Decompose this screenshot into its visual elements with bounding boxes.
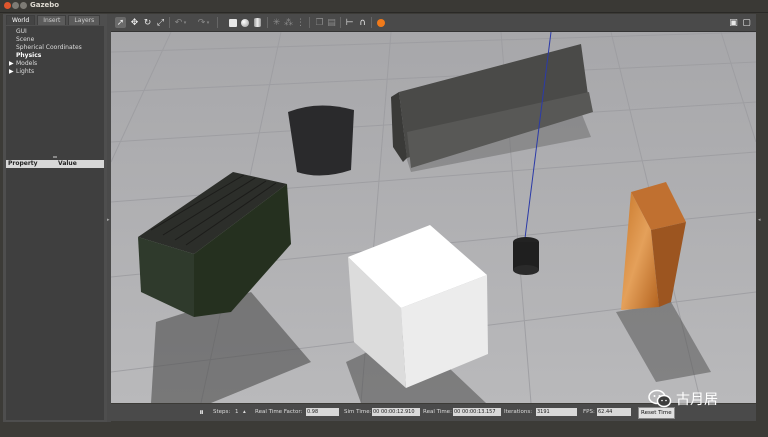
snap-icon[interactable]: ∩ [357,17,368,28]
sphere-shape-icon[interactable] [239,17,250,28]
left-panel-tabs: World Insert Layers [6,15,102,25]
arrow-select-icon[interactable]: ➚ [115,17,126,28]
copy-icon[interactable]: ❐ [314,17,325,28]
tree-item-label: Scene [16,36,35,43]
panel-split-handle[interactable] [53,156,57,158]
property-table-header: Property Value [6,160,104,168]
tab-layers[interactable]: Layers [68,15,101,25]
iterations-label: Iterations: [504,409,533,415]
expand-arrow-icon[interactable]: ▶ [9,60,14,68]
right-panel-splitter[interactable]: ◂ [756,14,765,422]
tree-item-lights[interactable]: ▶ Lights [6,68,104,76]
tree-item-label: GUI [16,28,27,35]
world-tree: GUI Scene Spherical Coordinates Physics … [6,26,104,160]
align-icon[interactable]: ⊢ [344,17,355,28]
maximize-window-button[interactable] [20,2,27,9]
rotate-icon[interactable]: ↻ [142,17,153,28]
screenshot-icon[interactable]: ▣ [728,17,739,28]
tree-item-label: Models [16,60,38,67]
close-window-button[interactable] [4,2,11,9]
tab-world[interactable]: World [6,15,36,25]
iterations-field: 3191 [536,408,577,416]
redo-dropdown-icon[interactable]: ▾ [205,17,211,28]
paste-icon[interactable]: ▤ [326,17,337,28]
value-column-header: Value [58,160,77,167]
translate-icon[interactable]: ✥ [129,17,140,28]
collapse-left-icon[interactable]: ▸ [107,217,110,223]
window-title: Gazebo [30,1,60,9]
undo-dropdown-icon[interactable]: ▾ [182,17,188,28]
toolbar: ➚ ✥ ↻ ⤢ ↶ ▾ ↷ ▾ ✳ ⁂ ⋮ ❐ ▤ ⊢ ∩ ▣ ▢ [111,14,756,32]
tree-item-spherical-coordinates[interactable]: Spherical Coordinates [6,44,104,52]
real-time-factor-field: 0.98 [306,408,339,416]
tree-item-physics[interactable]: Physics [6,52,104,60]
real-time-factor-label: Real Time Factor: [255,409,303,415]
steps-value[interactable]: 1 [235,409,239,415]
tree-item-label: Lights [16,68,35,75]
directional-light-icon[interactable]: ⋮ [295,17,306,28]
scale-icon[interactable]: ⤢ [155,17,166,28]
3d-viewport[interactable] [111,32,756,403]
tree-item-gui[interactable]: GUI [6,28,104,36]
real-time-label: Real Time: [423,409,452,415]
change-view-icon[interactable] [375,17,386,28]
scene-render [111,32,756,403]
window-titlebar: Gazebo [0,0,768,13]
toolbar-options-icon[interactable]: ▢ [741,17,752,28]
property-column-header: Property [8,160,38,167]
fps-label: FPS: [583,409,595,415]
sim-time-label: Sim Time: [344,409,372,415]
wechat-icon [648,389,672,408]
expand-arrow-icon[interactable]: ▶ [9,68,14,76]
tree-item-scene[interactable]: Scene [6,36,104,44]
step-arrow-icon[interactable]: ▴ [243,409,246,415]
collapse-right-icon[interactable]: ◂ [758,217,761,223]
steps-label: Steps: [213,409,231,415]
property-table-body [6,168,104,420]
tree-item-label: Spherical Coordinates [16,44,82,51]
left-panel: World Insert Layers GUI Scene Spherical … [3,14,107,422]
real-time-field: 00 00:00:13.157 [453,408,501,416]
box-shape-icon[interactable] [227,17,238,28]
minimize-window-button[interactable] [12,2,19,9]
point-light-icon[interactable]: ✳ [271,17,282,28]
spot-light-icon[interactable]: ⁂ [283,17,294,28]
watermark-text: 古月居 [676,392,718,408]
tab-insert[interactable]: Insert [37,15,67,25]
tree-item-models[interactable]: ▶ Models [6,60,104,68]
watermark: 古月居 [648,389,718,409]
fps-field: 62.44 [597,408,631,416]
sim-time-field: 00 00:00:12.910 [372,408,420,416]
pause-icon[interactable]: ⏸ [196,407,207,418]
cylinder-shape-icon[interactable] [252,17,263,28]
tree-item-label: Physics [16,52,42,59]
